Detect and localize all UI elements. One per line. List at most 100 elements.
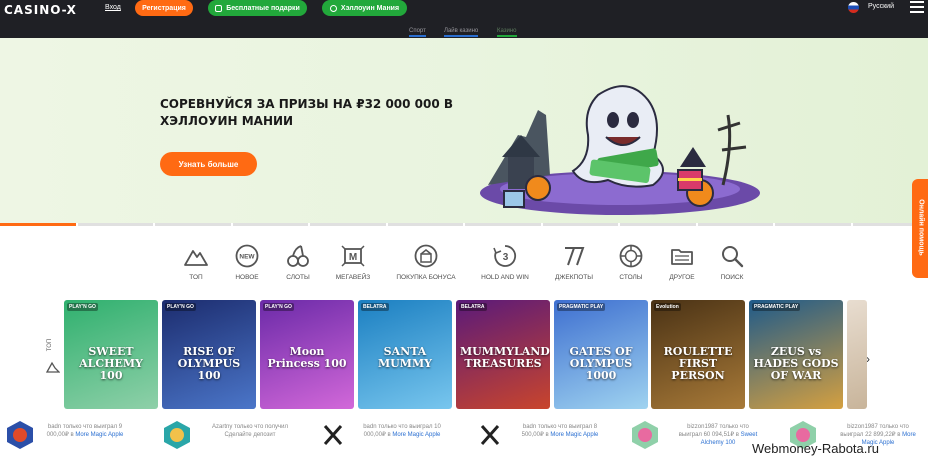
winner-item[interactable]: badn только что выиграл 9 000,00₽ в More… [45, 423, 125, 439]
game-thumb-icon [7, 421, 33, 449]
category-bonus-buy-label: ПОКУПКА БОНУСА [396, 274, 456, 281]
game-tile[interactable]: BELATRA SANTA MUMMY [358, 300, 452, 409]
winner-user: bizzon1987 [847, 424, 878, 430]
pager-dot[interactable] [620, 223, 696, 226]
tab-casino-underline [497, 35, 517, 37]
tab-sport-label: Спорт [409, 28, 426, 34]
free-gifts-button[interactable]: Бесплатные подарки [208, 0, 307, 16]
game-provider: PLAY'N GO [263, 303, 294, 311]
winner-game-link[interactable]: More Magic Apple [75, 432, 123, 438]
game-title: ROULETTE FIRST PERSON [663, 345, 733, 382]
category-slots[interactable]: СЛОТЫ [268, 243, 328, 281]
pager-dot[interactable] [310, 223, 386, 226]
games-section-label: ТОП [47, 338, 54, 352]
cherries-icon [287, 245, 309, 267]
game-provider: Evolution [654, 303, 681, 311]
language-selector[interactable]: Русский [868, 3, 894, 10]
winner-user: badn [363, 424, 377, 430]
winner-game-link[interactable]: More Magic Apple [392, 432, 440, 438]
chip-icon [619, 244, 643, 268]
game-provider: PLAY'N GO [165, 303, 196, 311]
winner-item[interactable]: badn только что выиграл 10 000,00₽ в Mor… [362, 423, 442, 439]
game-tile[interactable]: PRAGMATIC PLAY ZEUS vs HADES GODS OF WAR [749, 300, 843, 409]
x-logo-icon [323, 425, 343, 445]
learn-more-button[interactable]: Узнать больше [160, 152, 257, 176]
category-search[interactable]: ПОИСК [702, 243, 762, 281]
game-tile-partial[interactable] [847, 300, 867, 409]
halloween-mania-button[interactable]: Хэллоуин Мания [322, 0, 407, 16]
tab-sport-underline [409, 35, 426, 37]
halloween-mania-label: Хэллоуин Мания [340, 4, 400, 12]
game-provider: PLAY'N GO [67, 303, 98, 311]
winner-item[interactable]: badn только что выиграл 8 500,00₽ в More… [520, 423, 600, 439]
pager-dot[interactable] [697, 223, 773, 226]
svg-text:NEW: NEW [239, 254, 255, 261]
deposit-thumb-icon [164, 421, 190, 449]
pager-dot[interactable] [542, 223, 618, 226]
pager-dot[interactable] [155, 223, 231, 226]
login-link[interactable]: Вход [105, 4, 121, 11]
pager-dot[interactable] [387, 223, 463, 226]
pager-dot[interactable] [77, 223, 153, 226]
category-megaways-label: МЕГАВЕЙЗ [335, 274, 371, 281]
game-title: GATES OF OLYMPUS 1000 [569, 345, 633, 382]
winner-game-link[interactable]: More Magic Apple [550, 432, 598, 438]
category-megaways[interactable]: M МЕГАВЕЙЗ [323, 243, 383, 281]
bonus-buy-icon [414, 244, 438, 268]
pager-dot[interactable] [0, 223, 76, 226]
russia-flag-icon[interactable] [848, 2, 859, 13]
category-slots-label: СЛОТЫ [286, 274, 310, 281]
tab-casino[interactable]: Казино [497, 28, 517, 37]
game-title: ZEUS vs HADES GODS OF WAR [753, 345, 839, 382]
winner-item[interactable]: Azartny только что получил Сделайте депо… [210, 423, 290, 439]
game-provider: PRAGMATIC PLAY [752, 303, 801, 311]
sevens-icon [565, 247, 585, 266]
game-title: MUMMYLAND TREASURES [460, 345, 550, 370]
category-jackpots[interactable]: ДЖЕКПОТЫ [544, 243, 604, 281]
promo-banner[interactable]: СОРЕВНУЙСЯ ЗА ПРИЗЫ НА ₽32 000 000 В ХЭЛ… [0, 38, 928, 223]
game-tile[interactable]: PRAGMATIC PLAY GATES OF OLYMPUS 1000 [554, 300, 648, 409]
game-title: SWEET ALCHEMY 100 [79, 345, 143, 382]
gift-icon [215, 4, 223, 12]
pager-dot[interactable] [232, 223, 308, 226]
section-tabs: Спорт Лайв казино Казино [0, 28, 928, 38]
svg-text:M: M [349, 252, 357, 263]
game-provider: PRAGMATIC PLAY [557, 303, 606, 311]
game-title: Moon Princess 100 [267, 345, 347, 370]
tab-live-casino-label: Лайв казино [444, 28, 479, 34]
game-provider: BELATRA [361, 303, 389, 311]
new-badge-icon: NEW [235, 244, 259, 268]
register-button[interactable]: Регистрация [135, 0, 193, 16]
x-logo-icon [480, 425, 500, 445]
winner-user: badn [522, 424, 537, 430]
tab-live-casino-underline [444, 35, 479, 37]
search-icon [722, 246, 744, 268]
pumpkin-icon [329, 4, 337, 12]
menu-icon[interactable] [910, 1, 924, 16]
game-title: RISE OF OLYMPUS 100 [177, 345, 241, 382]
game-tile[interactable]: BELATRA MUMMYLAND TREASURES [456, 300, 550, 409]
category-jackpots-label: ДЖЕКПОТЫ [555, 274, 593, 281]
casino-logo[interactable]: CASINO-X [4, 3, 77, 17]
top-bar: CASINO-X Вход Регистрация Бесплатные под… [0, 0, 928, 28]
hold-and-win-icon: 3 [493, 245, 517, 267]
winner-user: bizzon1987 [687, 424, 718, 430]
winner-item[interactable]: bizzon1987 только что выиграл 60 094,51₽… [678, 423, 758, 447]
game-tile[interactable]: Evolution ROULETTE FIRST PERSON [651, 300, 745, 409]
halloween-ghost-illustration [480, 85, 760, 215]
game-tile[interactable]: PLAY'N GO Moon Princess 100 [260, 300, 354, 409]
online-help-tab[interactable]: Онлайн помощь [912, 179, 928, 278]
mountain-icon [184, 250, 208, 266]
category-bonus-buy[interactable]: ПОКУПКА БОНУСА [396, 243, 456, 281]
game-tile[interactable]: PLAY'N GO SWEET ALCHEMY 100 [64, 300, 158, 409]
winner-user: badn [47, 424, 62, 430]
online-help-label: Онлайн помощь [917, 199, 925, 256]
tab-sport[interactable]: Спорт [409, 28, 426, 37]
category-search-label: ПОИСК [720, 274, 744, 281]
winner-user: Azartny [212, 424, 233, 430]
tab-live-casino[interactable]: Лайв казино [444, 28, 479, 37]
pager-dot[interactable] [465, 223, 541, 226]
category-hold-and-win[interactable]: 3 HOLD AND WIN [475, 243, 535, 281]
game-tile[interactable]: PLAY'N GO RISE OF OLYMPUS 100 [162, 300, 256, 409]
pager-dot[interactable] [775, 223, 851, 226]
